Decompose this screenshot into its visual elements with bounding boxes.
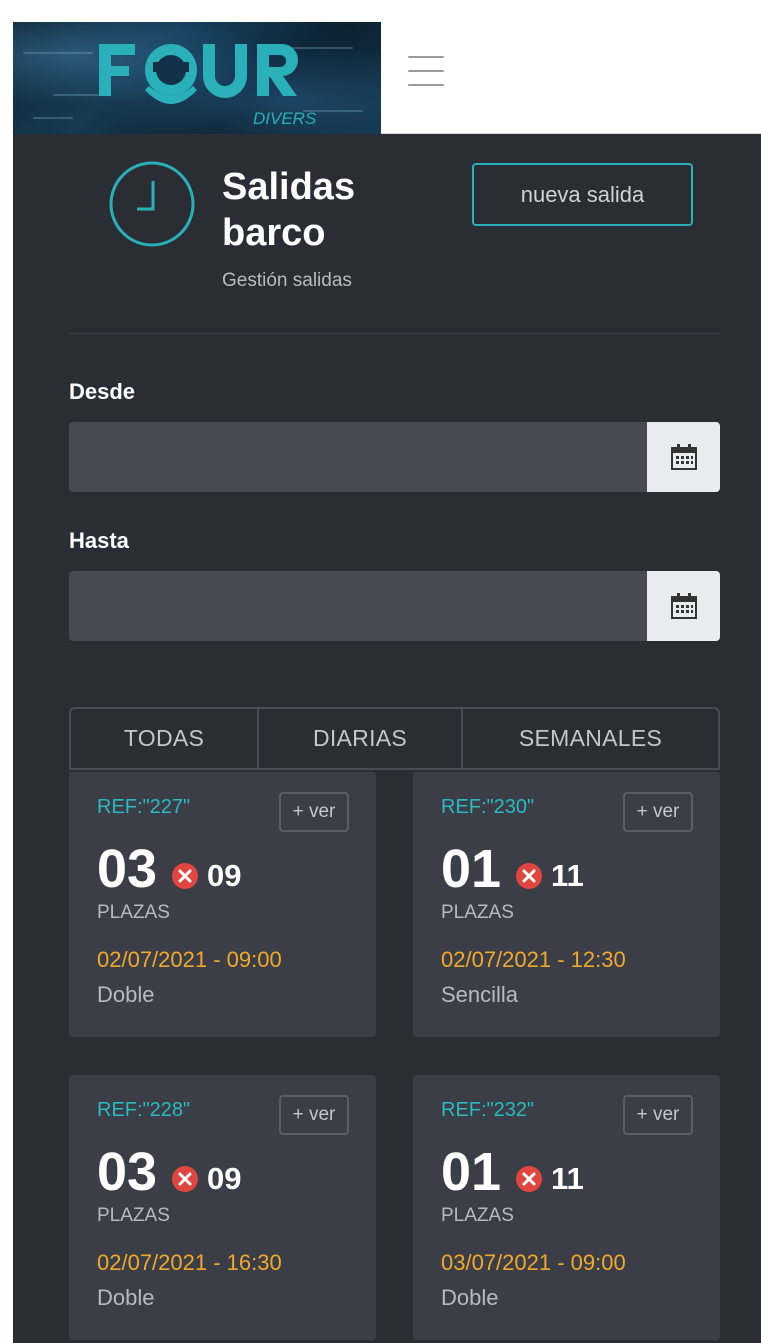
to-date-group (69, 571, 720, 641)
card-ref: REF:"228" (97, 1099, 191, 1121)
departure-type: Sencilla (441, 982, 519, 1007)
departure-card: REF:"232" + ver 01 11 PLAZAS 03/07/2021 … (413, 1075, 720, 1340)
tab-todas[interactable]: TODAS (71, 709, 259, 768)
cancel-x-icon (172, 1166, 198, 1192)
to-label: Hasta (69, 528, 129, 553)
top-bar: DIVERS (13, 22, 761, 134)
calendar-icon (670, 444, 697, 470)
departure-card: REF:"228" + ver 03 09 PLAZAS 02/07/2021 … (69, 1075, 376, 1340)
clock-icon (109, 161, 195, 247)
card-ref: REF:"232" (441, 1099, 535, 1121)
app-frame: DIVERS Salidas barco Gestión salidas nue… (13, 22, 761, 1343)
departure-type: Doble (441, 1285, 499, 1310)
departure-datetime: 02/07/2021 - 12:30 (441, 947, 626, 972)
departure-card: REF:"230" + ver 01 11 PLAZAS 02/07/2021 … (413, 772, 720, 1037)
page-title-line1: Salidas (222, 166, 356, 208)
cancelled-seats: 09 (207, 858, 242, 893)
plazas-label: PLAZAS (441, 902, 514, 923)
page-subtitle: Gestión salidas (222, 270, 352, 291)
filter-tabs: TODAS DIARIAS SEMANALES (69, 707, 720, 770)
tab-semanales[interactable]: SEMANALES (463, 709, 718, 768)
from-date-group (69, 422, 720, 492)
cancelled-seats: 11 (551, 1161, 584, 1196)
cancelled-seats: 09 (207, 1161, 242, 1196)
from-label: Desde (69, 379, 136, 404)
page-title-line2: barco (222, 212, 326, 254)
calendar-icon (670, 593, 697, 619)
available-seats: 01 (441, 1142, 502, 1202)
cancel-x-icon (516, 1166, 542, 1192)
to-date-input[interactable] (69, 571, 647, 641)
divider (69, 333, 720, 334)
plazas-label: PLAZAS (97, 1205, 170, 1226)
departure-datetime: 03/07/2021 - 09:00 (441, 1250, 626, 1275)
svg-text:DIVERS: DIVERS (253, 109, 317, 128)
new-departure-button[interactable]: nueva salida (472, 163, 693, 226)
cancel-x-icon (516, 863, 542, 889)
cancel-x-icon (172, 863, 198, 889)
from-date-input[interactable] (69, 422, 647, 492)
departure-type: Doble (97, 982, 155, 1007)
view-more-button[interactable]: + ver (623, 1095, 693, 1135)
plazas-label: PLAZAS (97, 902, 170, 923)
logo[interactable]: DIVERS (13, 22, 381, 134)
cancelled-seats: 11 (551, 858, 584, 893)
departure-type: Doble (97, 1285, 155, 1310)
card-ref: REF:"230" (441, 796, 535, 818)
from-calendar-button[interactable] (647, 422, 720, 492)
four-divers-logo-icon: DIVERS (99, 43, 317, 128)
hamburger-menu-icon[interactable] (408, 56, 444, 86)
to-calendar-button[interactable] (647, 571, 720, 641)
view-more-button[interactable]: + ver (279, 792, 349, 832)
view-more-button[interactable]: + ver (279, 1095, 349, 1135)
view-more-button[interactable]: + ver (623, 792, 693, 832)
card-ref: REF:"227" (97, 796, 191, 818)
tab-diarias[interactable]: DIARIAS (259, 709, 463, 768)
available-seats: 03 (97, 839, 158, 899)
plazas-label: PLAZAS (441, 1205, 514, 1226)
departure-card: REF:"227" + ver 03 09 PLAZAS 02/07/2021 … (69, 772, 376, 1037)
departure-datetime: 02/07/2021 - 16:30 (97, 1250, 282, 1275)
available-seats: 01 (441, 839, 502, 899)
page-title: Salidas barco (222, 164, 422, 256)
departure-datetime: 02/07/2021 - 09:00 (97, 947, 282, 972)
available-seats: 03 (97, 1142, 158, 1202)
